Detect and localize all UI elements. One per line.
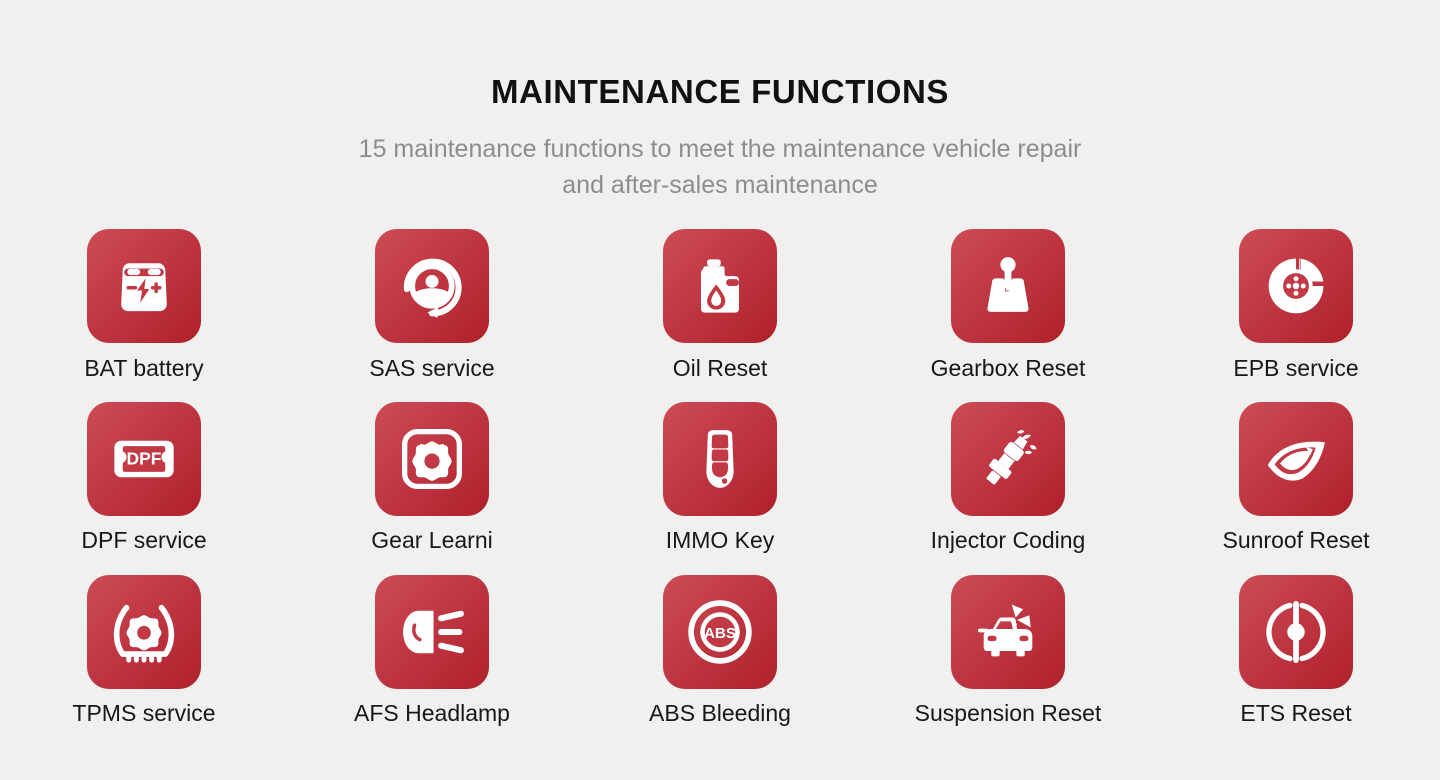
function-label: ABS Bleeding [649,700,791,727]
function-label: DPF service [81,527,207,554]
abs-warning-icon: ABS [663,575,777,690]
sunroof-panel-icon [1239,402,1353,517]
function-label: Injector Coding [930,527,1086,554]
function-tile-bat-battery[interactable]: BAT battery [0,229,288,402]
gear-shifter-icon [951,229,1065,344]
steering-wheel-reset-icon [375,229,489,344]
function-tile-sunroof-reset[interactable]: Sunroof Reset [1152,402,1440,575]
dpf-icon-text: DPF [127,449,162,469]
page-subtitle-line-1: 15 maintenance functions to meet the mai… [358,135,1082,164]
battery-icon [87,229,201,344]
function-tile-suspension-reset[interactable]: Suspension Reset [864,575,1152,748]
function-label: ETS Reset [1240,700,1352,727]
page-subtitle-line-2: and after-sales maintenance [562,170,878,199]
function-label: TPMS service [72,700,216,727]
car-suspension-icon [951,575,1065,690]
function-label: Gearbox Reset [930,355,1086,382]
function-label: Oil Reset [672,355,768,382]
maintenance-functions-page: MAINTENANCE FUNCTIONS 15 maintenance fun… [0,0,1440,780]
function-tile-afs-headlamp[interactable]: AFS Headlamp [288,575,576,748]
headlamp-icon [375,575,489,690]
key-fob-icon [663,402,777,517]
function-tile-oil-reset[interactable]: Oil Reset [576,229,864,402]
throttle-body-icon [1239,575,1353,690]
function-tile-abs-bleeding[interactable]: ABS ABS Bleeding [576,575,864,748]
maintenance-functions-grid: BAT battery SAS service Oil Reset Gearbo… [0,229,1440,748]
abs-icon-text: ABS [704,625,736,642]
dpf-filter-icon: DPF [87,402,201,517]
function-tile-sas-service[interactable]: SAS service [288,229,576,402]
function-label: Gear Learni [371,527,493,554]
fuel-injector-icon [951,402,1065,517]
function-label: IMMO Key [665,527,775,554]
function-tile-immo-key[interactable]: IMMO Key [576,402,864,575]
brake-disc-icon [1239,229,1353,344]
function-tile-injector-coding[interactable]: Injector Coding [864,402,1152,575]
page-subtitle: 15 maintenance functions to meet the mai… [359,132,1082,203]
function-tile-dpf-service[interactable]: DPF DPF service [0,402,288,575]
function-tile-epb-service[interactable]: EPB service [1152,229,1440,402]
function-label: SAS service [369,355,495,382]
function-tile-ets-reset[interactable]: ETS Reset [1152,575,1440,748]
function-label: BAT battery [84,355,204,382]
function-label: Suspension Reset [914,700,1102,727]
function-label: AFS Headlamp [354,700,510,727]
function-tile-tpms-service[interactable]: TPMS service [0,575,288,748]
cog-in-square-icon [375,402,489,517]
function-label: EPB service [1233,355,1359,382]
page-title: MAINTENANCE FUNCTIONS [490,73,950,110]
function-tile-gear-learni[interactable]: Gear Learni [288,402,576,575]
tire-pressure-icon [87,575,201,690]
function-label: Sunroof Reset [1222,527,1370,554]
oil-can-icon [663,229,777,344]
function-tile-gearbox-reset[interactable]: Gearbox Reset [864,229,1152,402]
